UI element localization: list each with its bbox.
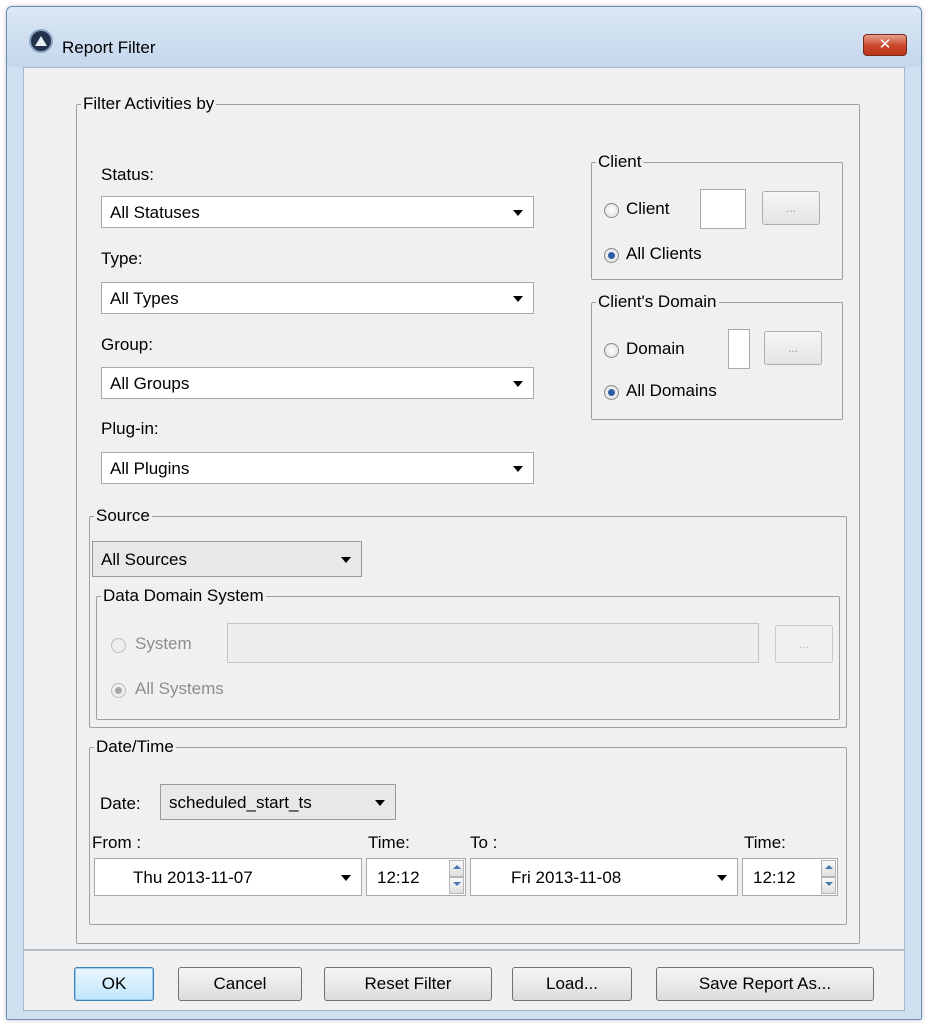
chevron-down-icon — [513, 381, 523, 387]
from-time-spinner[interactable]: 12:12 — [366, 858, 466, 896]
system-radio-label: System — [135, 634, 192, 653]
to-date-value: Fri 2013-11-08 — [511, 868, 622, 887]
all-domains-radio-label: All Domains — [626, 381, 717, 400]
spin-up-icon[interactable] — [821, 860, 836, 877]
domain-radio-label: Domain — [626, 339, 685, 358]
save-report-as-button[interactable]: Save Report As... — [656, 967, 874, 1001]
data-domain-system-legend: Data Domain System — [101, 586, 266, 606]
close-button[interactable]: ✕ — [863, 34, 907, 56]
all-clients-radio-label: All Clients — [626, 244, 702, 263]
chevron-down-icon — [375, 800, 385, 806]
all-systems-radio-label: All Systems — [135, 679, 224, 698]
dialog-button-bar: OK Cancel Reset Filter Load... Save Repo… — [23, 950, 905, 1011]
from-date-picker[interactable]: Thu 2013-11-07 — [94, 858, 362, 896]
plugin-dropdown[interactable]: All Plugins — [101, 452, 534, 484]
filter-activities-group: Filter Activities by Status: All Statuse… — [76, 94, 860, 944]
to-time-label: Time: — [744, 833, 786, 852]
source-dropdown[interactable]: All Sources — [92, 541, 362, 577]
to-time-spinner[interactable]: 12:12 — [742, 858, 838, 896]
source-legend: Source — [94, 506, 152, 526]
domain-browse-button[interactable]: ... — [764, 331, 822, 365]
title-bar[interactable]: Report Filter ✕ — [7, 7, 921, 67]
to-label: To : — [470, 833, 498, 852]
system-browse-button[interactable]: ... — [775, 625, 833, 663]
client-browse-label: ... — [785, 201, 796, 215]
client-group: Client Client ... All Clients — [591, 152, 843, 280]
chevron-down-icon — [341, 557, 351, 563]
cancel-button[interactable]: Cancel — [178, 967, 302, 1001]
to-date-picker[interactable]: Fri 2013-11-08 — [470, 858, 738, 896]
chevron-down-icon — [341, 875, 351, 881]
system-radio[interactable] — [111, 638, 126, 653]
ok-button[interactable]: OK — [74, 967, 154, 1001]
system-input[interactable] — [227, 623, 759, 663]
from-label: From : — [92, 833, 142, 852]
plugin-dropdown-value: All Plugins — [110, 459, 190, 478]
date-field-value: scheduled_start_ts — [169, 793, 312, 812]
client-input[interactable] — [700, 189, 746, 229]
all-domains-radio[interactable] — [604, 385, 619, 400]
window-title: Report Filter — [62, 38, 156, 57]
system-browse-label: ... — [798, 637, 809, 651]
type-dropdown-value: All Types — [110, 289, 179, 308]
all-clients-radio[interactable] — [604, 248, 619, 263]
status-dropdown-value: All Statuses — [110, 203, 200, 222]
load-button[interactable]: Load... — [512, 967, 632, 1001]
plugin-label: Plug-in: — [101, 419, 159, 438]
app-logo-icon — [29, 29, 53, 53]
date-label: Date: — [100, 794, 141, 813]
group-dropdown[interactable]: All Groups — [101, 367, 534, 399]
domain-input[interactable] — [728, 329, 750, 369]
domain-radio[interactable] — [604, 343, 619, 358]
data-domain-system-group: Data Domain System System ... All System… — [96, 586, 840, 720]
from-time-value: 12:12 — [377, 868, 420, 887]
client-legend: Client — [596, 152, 644, 172]
group-dropdown-value: All Groups — [110, 374, 190, 393]
spin-down-icon[interactable] — [821, 877, 836, 894]
report-filter-window: Report Filter ✕ Filter Activities by Sta… — [6, 6, 922, 1020]
from-date-value: Thu 2013-11-07 — [133, 868, 253, 887]
source-dropdown-value: All Sources — [101, 550, 187, 569]
client-domain-group: Client's Domain Domain ... All Domains — [591, 292, 843, 420]
client-radio[interactable] — [604, 203, 619, 218]
chevron-down-icon — [513, 466, 523, 472]
client-radio-label: Client — [626, 199, 670, 218]
date-field-dropdown[interactable]: scheduled_start_ts — [160, 784, 396, 820]
type-label: Type: — [101, 249, 143, 268]
spin-down-icon[interactable] — [449, 877, 464, 894]
type-dropdown[interactable]: All Types — [101, 282, 534, 314]
source-group: Source All Sources Data Domain System Sy… — [89, 506, 847, 728]
from-time-label: Time: — [368, 833, 410, 852]
chevron-down-icon — [513, 210, 523, 216]
date-time-group: Date/Time Date: scheduled_start_ts From … — [89, 737, 847, 925]
status-label: Status: — [101, 165, 154, 184]
group-label: Group: — [101, 335, 153, 354]
close-icon: ✕ — [878, 36, 892, 53]
filter-activities-legend: Filter Activities by — [81, 94, 217, 114]
chevron-down-icon — [717, 875, 727, 881]
all-systems-radio[interactable] — [111, 683, 126, 698]
client-browse-button[interactable]: ... — [762, 191, 820, 225]
chevron-down-icon — [513, 296, 523, 302]
dialog-body: Filter Activities by Status: All Statuse… — [23, 67, 905, 950]
spin-up-icon[interactable] — [449, 860, 464, 877]
status-dropdown[interactable]: All Statuses — [101, 196, 534, 228]
domain-browse-label: ... — [787, 341, 798, 355]
client-domain-legend: Client's Domain — [596, 292, 719, 312]
to-time-value: 12:12 — [753, 868, 796, 887]
reset-filter-button[interactable]: Reset Filter — [324, 967, 492, 1001]
date-time-legend: Date/Time — [94, 737, 176, 757]
